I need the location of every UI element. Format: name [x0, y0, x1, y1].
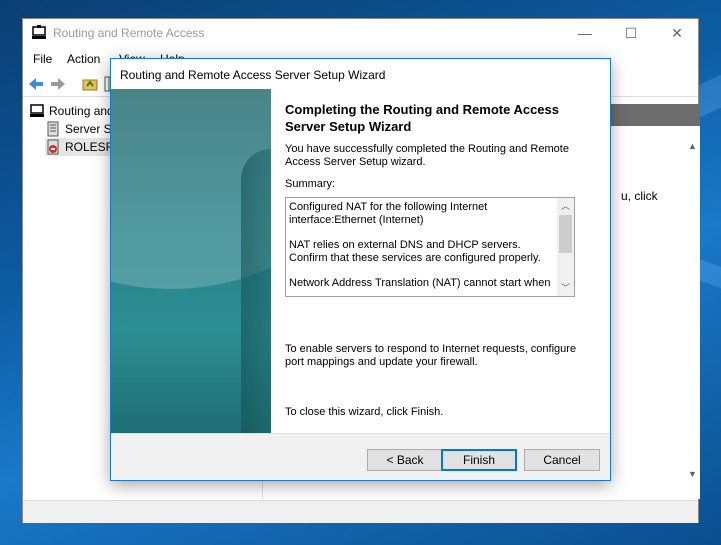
- wizard-success-text: You have successfully completed the Rout…: [285, 143, 569, 168]
- summary-line: Network Address Translation (NAT) cannot…: [289, 277, 551, 289]
- summary-scrollbar[interactable]: ︿ ﹀: [557, 198, 574, 296]
- status-bar: [23, 500, 698, 523]
- scroll-down-arrow[interactable]: ▼: [684, 466, 701, 482]
- summary-text: Configured NAT for the following Interne…: [289, 201, 557, 296]
- close-button[interactable]: ✕: [654, 19, 700, 47]
- title-bar[interactable]: Routing and Remote Access — ☐ ✕: [23, 19, 698, 47]
- routing-app-icon: [32, 25, 46, 39]
- wizard-enable-text: To enable servers to respond to Internet…: [285, 343, 577, 368]
- summary-label: Summary:: [285, 178, 336, 190]
- cancel-button[interactable]: Cancel: [524, 449, 600, 471]
- tree-item-label: Server St: [65, 122, 116, 136]
- wizard-title: Routing and Remote Access Server Setup W…: [120, 68, 386, 82]
- summary-line: NAT relies on external DNS and DHCP serv…: [289, 239, 541, 264]
- server-status-icon: [47, 121, 59, 137]
- back-arrow-icon[interactable]: [27, 75, 45, 93]
- scroll-up-arrow[interactable]: ▲: [684, 138, 701, 154]
- server-tree-icon: [30, 104, 44, 117]
- details-scrollbar[interactable]: ▲ ▼: [684, 126, 700, 499]
- wizard-close-text: To close this wizard, click Finish.: [285, 406, 444, 418]
- menu-action[interactable]: Action: [67, 52, 100, 66]
- forward-arrow-icon[interactable]: [49, 75, 67, 93]
- summary-line: Configured NAT for the following Interne…: [289, 201, 488, 226]
- tree-item-label: Routing and: [49, 104, 114, 118]
- summary-textbox[interactable]: Configured NAT for the following Interne…: [285, 197, 575, 297]
- tree-item-server-status[interactable]: Server St: [45, 120, 115, 138]
- minimize-button[interactable]: —: [562, 19, 608, 47]
- scroll-thumb[interactable]: [559, 215, 572, 253]
- scroll-down-arrow[interactable]: ﹀: [557, 280, 574, 296]
- server-down-icon: [47, 139, 59, 155]
- wizard-heading: Completing the Routing and Remote Access…: [285, 102, 559, 134]
- back-button[interactable]: < Back: [367, 449, 443, 471]
- up-folder-icon[interactable]: [81, 75, 99, 93]
- maximize-button[interactable]: ☐: [608, 19, 654, 47]
- finish-button[interactable]: Finish: [441, 449, 517, 471]
- scroll-up-arrow[interactable]: ︿: [557, 198, 574, 214]
- details-text: u, click: [621, 189, 658, 203]
- wizard-button-bar: < Back Finish Cancel: [111, 433, 610, 480]
- menu-file[interactable]: File: [33, 52, 52, 66]
- tree-item-routing[interactable]: Routing and: [29, 102, 114, 120]
- window-title: Routing and Remote Access: [53, 26, 205, 40]
- wizard-content: Completing the Routing and Remote Access…: [271, 89, 610, 433]
- wizard-banner-image: [111, 89, 271, 433]
- setup-wizard-dialog: Routing and Remote Access Server Setup W…: [110, 58, 611, 481]
